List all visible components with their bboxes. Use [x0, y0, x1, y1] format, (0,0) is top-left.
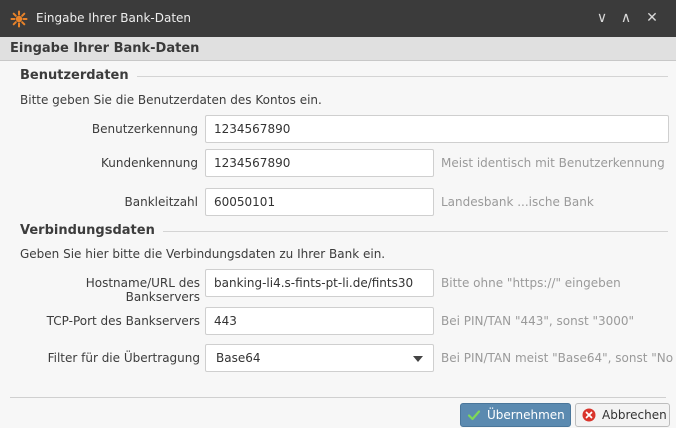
section-description-benutzerdaten: Bitte geben Sie die Benutzerdaten des Ko… — [20, 93, 322, 107]
dialog-heading: Eingabe Ihrer Bank-Daten — [10, 41, 200, 56]
cancel-button[interactable]: Abbrechen — [575, 403, 670, 427]
cancel-button-label: Abbrechen — [602, 408, 667, 422]
ok-button[interactable]: Übernehmen — [460, 403, 571, 427]
label-filter: Filter für die Übertragung — [47, 351, 200, 365]
dropdown-arrow-icon — [413, 356, 423, 362]
dialog-content: Benutzerdaten Bitte geben Sie die Benutz… — [0, 61, 676, 428]
window-titlebar: Eingabe Ihrer Bank-Daten ∨ ∧ ✕ — [0, 0, 676, 37]
hint-filter: Bei PIN/TAN meist "Base64", sonst "Non — [441, 351, 673, 365]
label-benutzerkennung: Benutzerkennung — [91, 122, 198, 136]
hostname-input[interactable]: banking-li4.s-fints-pt-li.de/fints30 — [205, 269, 434, 297]
check-icon — [467, 410, 481, 421]
app-gear-icon — [10, 10, 28, 28]
label-bankleitzahl: Bankleitzahl — [124, 195, 199, 209]
label-kundenkennung: Kundenkennung — [100, 156, 198, 170]
close-icon[interactable]: ✕ — [642, 8, 662, 28]
section-description-verbindungsdaten: Geben Sie hier bitte die Verbindungsdate… — [20, 247, 386, 261]
maximize-chevron-up-icon[interactable]: ∧ — [616, 8, 636, 28]
section-title-benutzerdaten: Benutzerdaten — [20, 68, 137, 83]
cancel-icon — [582, 408, 596, 422]
dialog-header: Eingabe Ihrer Bank-Daten — [0, 37, 676, 61]
hint-kundenkennung: Meist identisch mit Benutzerkennung — [441, 156, 665, 170]
section-title-verbindungsdaten: Verbindungsdaten — [20, 223, 163, 238]
hint-port: Bei PIN/TAN "443", sonst "3000" — [441, 314, 635, 328]
label-hostname: Hostname/URL des Bankservers — [85, 276, 200, 304]
dialog-window: Eingabe Ihrer Bank-Daten Benutzerdaten B… — [0, 37, 676, 428]
hint-hostname: Bitte ohne "https://" eingeben — [441, 276, 621, 290]
filter-select-value: Base64 — [216, 351, 261, 365]
footer-divider — [10, 397, 666, 398]
label-port: TCP-Port des Bankservers — [46, 314, 200, 328]
benutzerkennung-input[interactable]: 1234567890 — [205, 115, 669, 143]
ok-button-label: Übernehmen — [487, 408, 565, 422]
port-input[interactable]: 443 — [205, 307, 434, 335]
filter-select[interactable]: Base64 — [205, 344, 434, 372]
hint-bankleitzahl: Landesbank ...ische Bank — [441, 195, 594, 209]
minimize-chevron-down-icon[interactable]: ∨ — [592, 8, 612, 28]
bankleitzahl-input[interactable]: 60050101 — [205, 188, 434, 216]
window-title: Eingabe Ihrer Bank-Daten — [36, 11, 192, 25]
kundenkennung-input[interactable]: 1234567890 — [205, 149, 434, 177]
